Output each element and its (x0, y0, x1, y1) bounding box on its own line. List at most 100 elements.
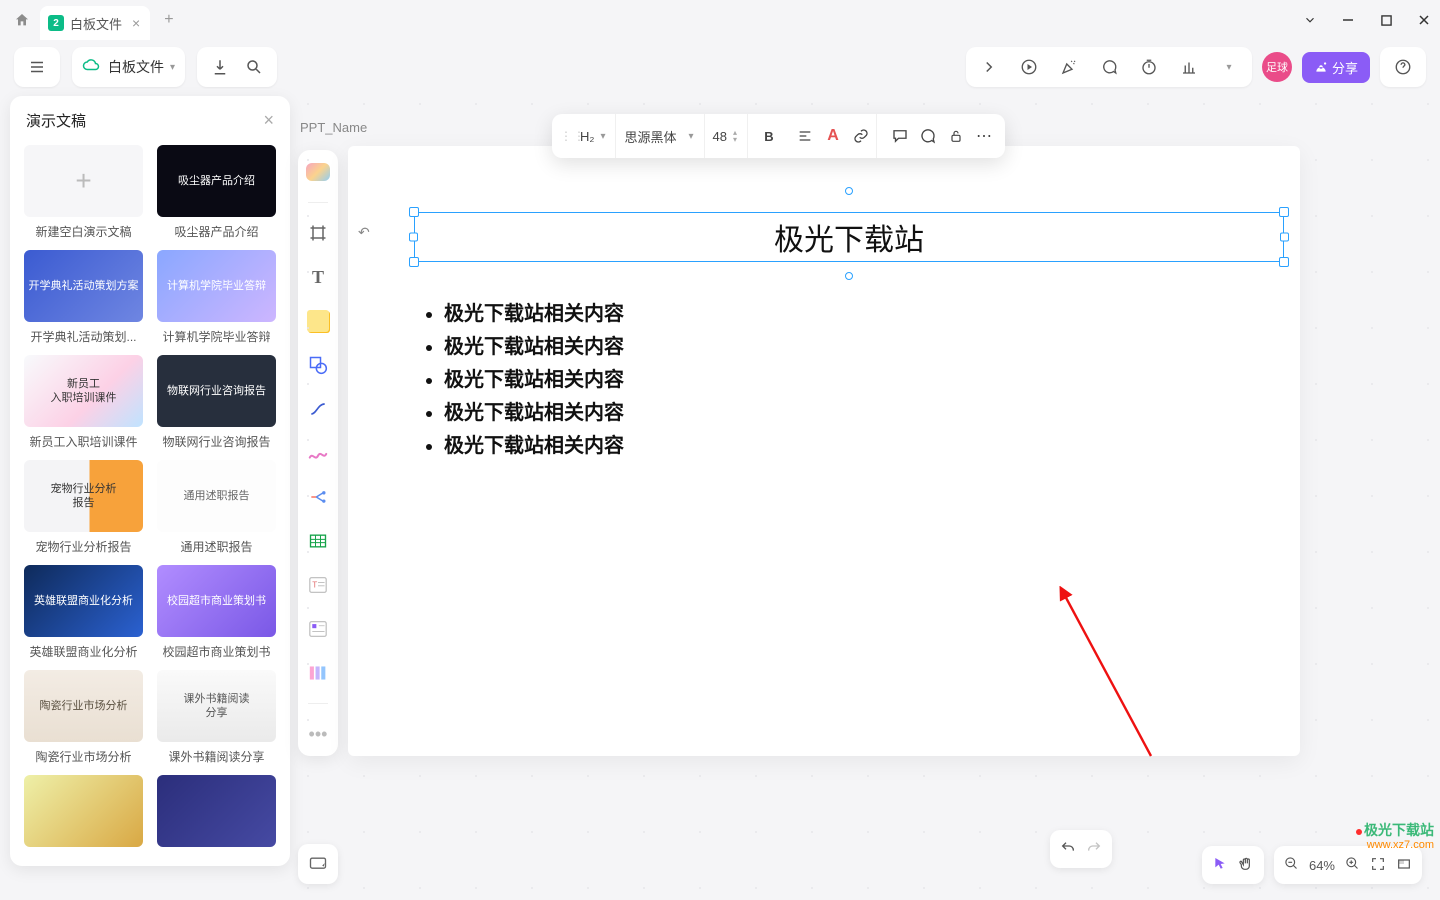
slide-title[interactable]: 极光下载站 (774, 215, 924, 259)
bullet-item[interactable]: 极光下载站相关内容 (444, 397, 624, 430)
watermark: 极光下载站 www.xz7.com (1356, 822, 1434, 852)
template-card[interactable] (24, 775, 143, 853)
align-button[interactable] (792, 123, 818, 149)
share-label: 分享 (1332, 58, 1358, 77)
window-minimize[interactable] (1340, 12, 1356, 28)
home-button[interactable] (8, 6, 36, 34)
bold-button[interactable]: B (756, 123, 782, 149)
template-card[interactable]: 英雄联盟商业化分析英雄联盟商业化分析 (24, 565, 143, 660)
undo-button[interactable] (1060, 840, 1076, 859)
download-button[interactable] (207, 54, 233, 80)
app-logo-icon: 2 (48, 15, 64, 31)
more-tools-chevron[interactable]: ▾ (1216, 54, 1242, 80)
title-selection[interactable]: 极光下载站 (414, 212, 1284, 262)
panel-title: 演示文稿 (26, 110, 86, 131)
resize-handle-tr[interactable] (1279, 207, 1289, 217)
titlebar: 2 白板文件 × + (0, 0, 1440, 40)
bullet-item[interactable]: 极光下载站相关内容 (444, 298, 624, 331)
chat-button[interactable] (915, 123, 941, 149)
search-button[interactable] (241, 54, 267, 80)
template-card[interactable]: 新员工 入职培训课件新员工入职培训课件 (24, 355, 143, 450)
more-options[interactable]: ⋯ (971, 123, 997, 149)
help-button[interactable] (1390, 54, 1416, 80)
text-format-toolbar[interactable]: ⋮⋮ H₂ ▾ 思源黑体 ▾ 48▴▾ B A ⋯ (552, 114, 1005, 158)
template-card[interactable]: 物联网行业咨询报告物联网行业咨询报告 (157, 355, 276, 450)
presentation-mode-button[interactable] (298, 844, 338, 884)
template-card[interactable]: 课外书籍阅读 分享课外书籍阅读分享 (157, 670, 276, 765)
fit-view[interactable] (1370, 856, 1386, 875)
template-label: 通用述职报告 (157, 538, 276, 555)
link-button[interactable] (848, 123, 874, 149)
lock-button[interactable] (943, 123, 969, 149)
chart-icon[interactable] (1176, 54, 1202, 80)
template-card[interactable]: 吸尘器产品介绍吸尘器产品介绍 (157, 145, 276, 240)
tab-active[interactable]: 2 白板文件 × (40, 6, 150, 40)
zoom-in[interactable] (1345, 856, 1360, 874)
cloud-sync-icon (82, 56, 100, 79)
window-close[interactable] (1416, 12, 1432, 28)
text-color-button[interactable]: A (820, 123, 846, 149)
resize-handle-mr[interactable] (1280, 233, 1289, 242)
confetti-icon[interactable] (1056, 54, 1082, 80)
cursor-tool[interactable] (1212, 856, 1228, 875)
new-tab-button[interactable]: + (164, 11, 173, 29)
resize-handle-bm[interactable] (845, 272, 853, 280)
zoom-value[interactable]: 64% (1309, 858, 1335, 873)
slide-bullets[interactable]: 极光下载站相关内容极光下载站相关内容极光下载站相关内容极光下载站相关内容极光下载… (426, 298, 624, 463)
template-card[interactable]: 校园超市商业策划书校园超市商业策划书 (157, 565, 276, 660)
comment-icon[interactable] (1096, 54, 1122, 80)
tab-close-icon[interactable]: × (132, 15, 140, 31)
template-card[interactable]: 通用述职报告通用述职报告 (157, 460, 276, 555)
resize-handle-ml[interactable] (409, 233, 418, 242)
menu-button[interactable] (24, 54, 50, 80)
font-size[interactable]: 48▴▾ (704, 114, 745, 158)
speech-bubble-button[interactable] (887, 123, 913, 149)
template-card[interactable]: 陶瓷行业市场分析陶瓷行业市场分析 (24, 670, 143, 765)
template-label: 宠物行业分析报告 (24, 538, 143, 555)
chevron-down-icon[interactable] (1302, 12, 1318, 28)
template-grid[interactable]: +新建空白演示文稿吸尘器产品介绍吸尘器产品介绍开学典礼活动策划方案开学典礼活动策… (10, 145, 290, 866)
template-card[interactable] (157, 775, 276, 853)
template-label: 计算机学院毕业答辩 (157, 328, 276, 345)
template-label: 开学典礼活动策划... (24, 328, 143, 345)
user-avatar[interactable]: 足球 (1262, 52, 1292, 82)
template-label: 物联网行业咨询报告 (157, 433, 276, 450)
template-label: 新建空白演示文稿 (24, 223, 143, 240)
redo-button[interactable] (1086, 840, 1102, 859)
template-label: 英雄联盟商业化分析 (24, 643, 143, 660)
heading-select[interactable]: H₂ ▾ (572, 114, 613, 158)
template-card[interactable]: 开学典礼活动策划方案开学典礼活动策划... (24, 250, 143, 345)
tab-title: 白板文件 (70, 14, 122, 33)
timer-icon[interactable] (1136, 54, 1162, 80)
template-card[interactable]: +新建空白演示文稿 (24, 145, 143, 240)
canvas[interactable]: PPT_Name 极光下载站 极光下载站相关内容极光下载站相关内容极光下载站相关… (300, 96, 1440, 900)
resize-handle-tm[interactable] (845, 187, 853, 195)
bullet-item[interactable]: 极光下载站相关内容 (444, 331, 624, 364)
slide-surface[interactable]: 极光下载站 极光下载站相关内容极光下载站相关内容极光下载站相关内容极光下载站相关… (348, 146, 1300, 756)
resize-handle-br[interactable] (1279, 257, 1289, 267)
top-toolbar: 白板文件▾ ▾ 足球 分享 (0, 40, 1440, 94)
slide-name[interactable]: PPT_Name (300, 120, 367, 135)
zoom-out[interactable] (1284, 856, 1299, 874)
template-label: 校园超市商业策划书 (157, 643, 276, 660)
panel-close-button[interactable]: × (263, 110, 274, 131)
resize-handle-bl[interactable] (409, 257, 419, 267)
template-label: 陶瓷行业市场分析 (24, 748, 143, 765)
window-maximize[interactable] (1378, 12, 1394, 28)
template-card[interactable]: 宠物行业分析 报告宠物行业分析报告 (24, 460, 143, 555)
template-card[interactable]: 计算机学院毕业答辩计算机学院毕业答辩 (157, 250, 276, 345)
template-panel: 演示文稿 × +新建空白演示文稿吸尘器产品介绍吸尘器产品介绍开学典礼活动策划方案… (10, 96, 290, 866)
minimap-toggle[interactable] (1396, 856, 1412, 875)
chevron-right-icon[interactable] (976, 54, 1002, 80)
font-select[interactable]: 思源黑体 ▾ (615, 114, 701, 158)
bullet-item[interactable]: 极光下载站相关内容 (444, 430, 624, 463)
share-button[interactable]: 分享 (1302, 52, 1370, 83)
resize-handle-tl[interactable] (409, 207, 419, 217)
bullet-item[interactable]: 极光下载站相关内容 (444, 364, 624, 397)
file-name-dropdown[interactable]: 白板文件▾ (108, 57, 175, 77)
toolbar-grip[interactable]: ⋮⋮ (560, 134, 570, 138)
hand-tool[interactable] (1238, 856, 1254, 875)
play-button[interactable] (1016, 54, 1042, 80)
rotate-handle[interactable]: ↶ (358, 224, 370, 241)
template-label: 课外书籍阅读分享 (157, 748, 276, 765)
